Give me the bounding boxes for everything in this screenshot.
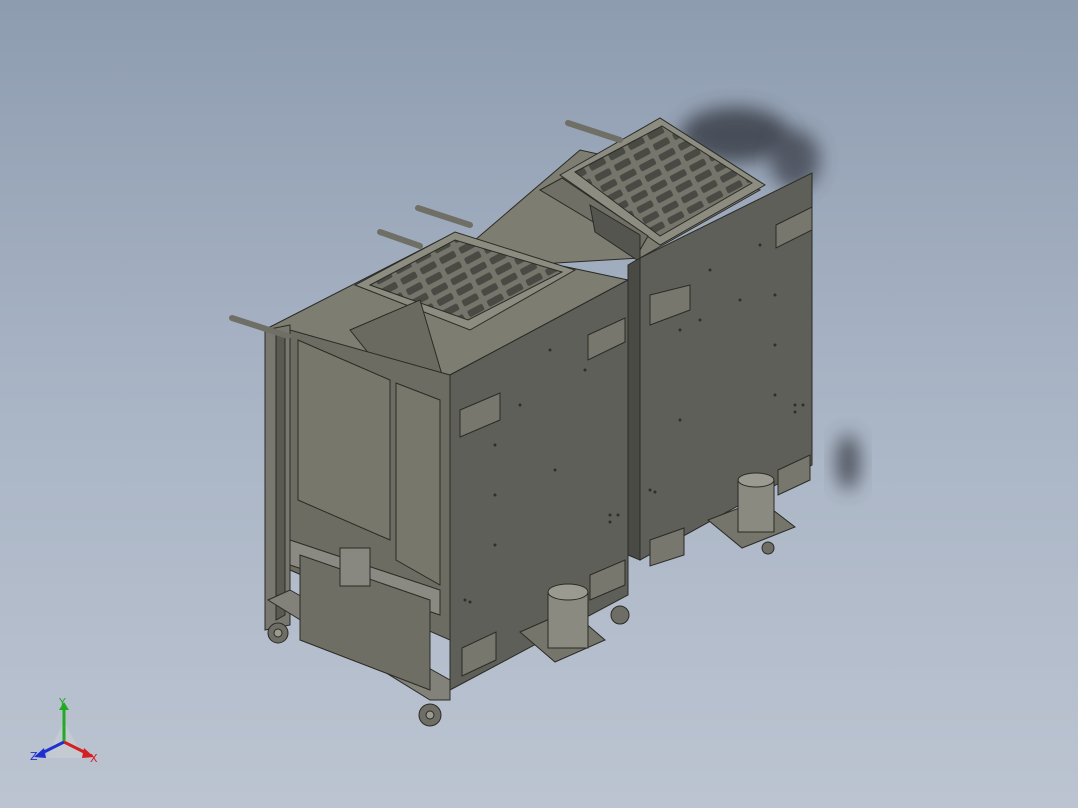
front-magazine-unit[interactable] <box>229 229 630 727</box>
coordinate-triad: Y X Z <box>24 690 114 780</box>
axis-x-label: X <box>90 752 98 765</box>
cad-model-assembly[interactable] <box>0 0 1078 808</box>
graphics-viewport[interactable]: Y X Z <box>0 0 1078 808</box>
axis-z-label: Z <box>30 750 38 763</box>
axis-y-label: Y <box>59 696 66 709</box>
coordinate-triad-icon <box>34 702 94 758</box>
